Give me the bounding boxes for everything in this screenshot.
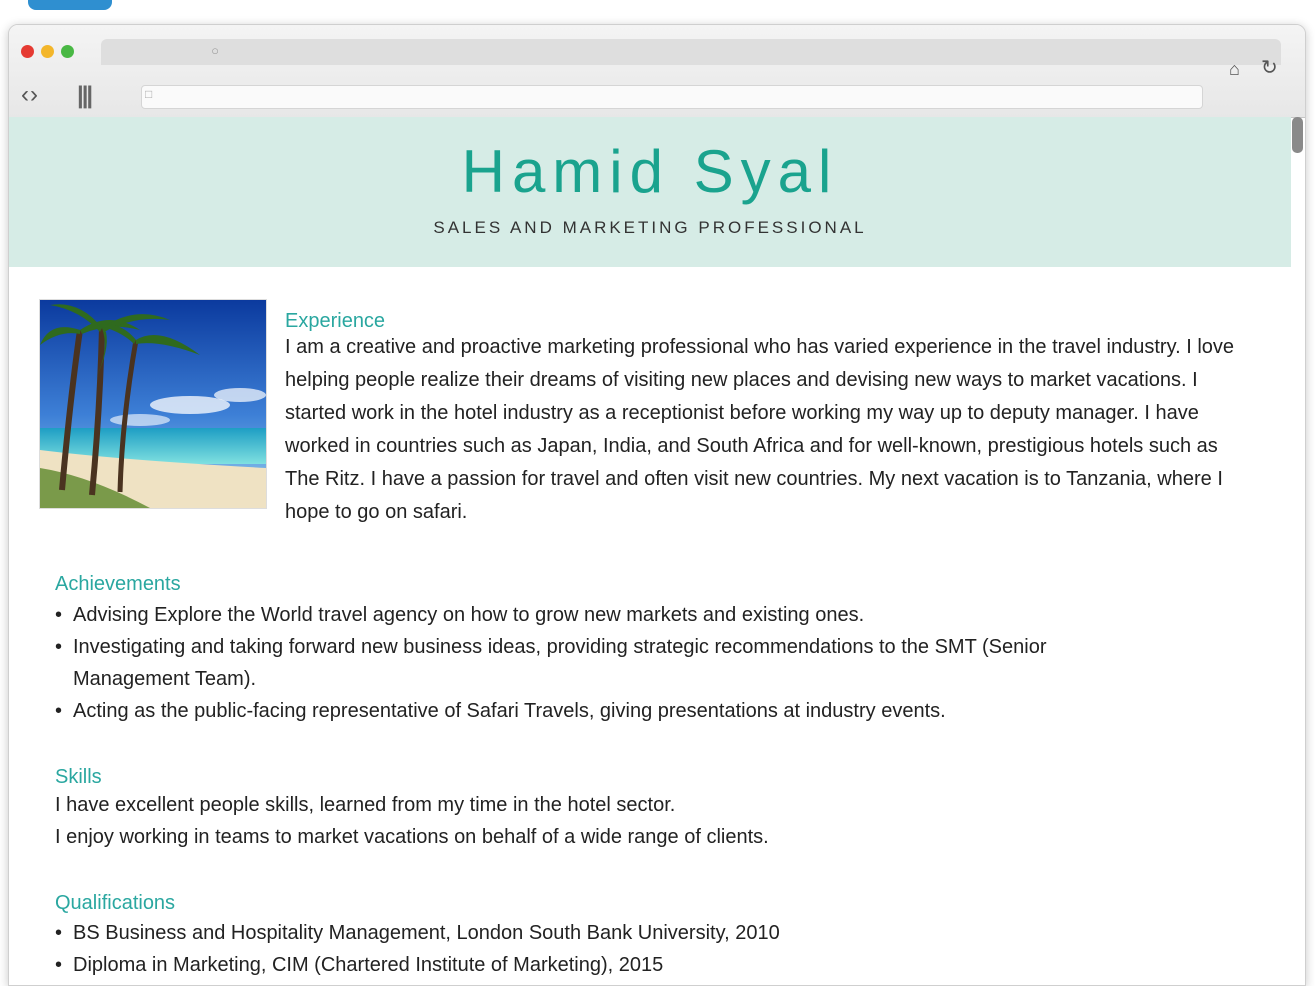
tab-favicon-icon: ○ xyxy=(211,43,219,58)
achievement-item: Advising Explore the World travel agency… xyxy=(55,599,1115,631)
bookmarks-icon[interactable]: ||| xyxy=(77,83,93,109)
house-icon[interactable]: ⌂ xyxy=(1229,59,1240,79)
reload-icon[interactable]: ↻ xyxy=(1261,57,1278,79)
achievement-item: Acting as the public-facing representati… xyxy=(55,695,1115,727)
skills-line: I enjoy working in teams to market vacat… xyxy=(55,826,769,848)
skills-heading: Skills xyxy=(55,766,102,788)
qualifications-list: BS Business and Hospitality Management, … xyxy=(55,917,1055,981)
experience-heading: Experience xyxy=(285,310,386,332)
tab-strip[interactable] xyxy=(101,39,1281,65)
minimize-window-button[interactable] xyxy=(41,45,54,58)
achievements-list: Advising Explore the World travel agency… xyxy=(55,599,1115,727)
browser-window: ○ ‹› ||| □ ⌂ ↻ Hamid Syal SALES AND MARK… xyxy=(8,24,1306,986)
skills-text: I have excellent people skills, learned … xyxy=(55,789,1055,853)
experience-text: I am a creative and proactive marketing … xyxy=(285,336,1235,523)
achievement-item: Investigating and taking forward new bus… xyxy=(55,631,1115,695)
page-icon: □ xyxy=(145,87,153,101)
skills-line: I have excellent people skills, learned … xyxy=(55,794,676,816)
page-content: Hamid Syal SALES AND MARKETING PROFESSIO… xyxy=(9,117,1291,985)
back-forward-icon[interactable]: ‹› xyxy=(21,81,39,109)
address-bar[interactable] xyxy=(141,85,1203,109)
corner-tab-decoration xyxy=(28,0,112,10)
close-window-button[interactable] xyxy=(21,45,34,58)
scrollbar-thumb[interactable] xyxy=(1292,117,1303,153)
qualification-item: BS Business and Hospitality Management, … xyxy=(55,917,1055,949)
qualification-item: Diploma in Marketing, CIM (Chartered Ins… xyxy=(55,949,1055,981)
beach-photo xyxy=(39,299,267,509)
maximize-window-button[interactable] xyxy=(61,45,74,58)
qualifications-heading: Qualifications xyxy=(55,892,176,914)
achievements-heading: Achievements xyxy=(55,573,181,595)
browser-toolbar: ○ ‹› ||| □ ⌂ ↻ xyxy=(9,25,1305,118)
